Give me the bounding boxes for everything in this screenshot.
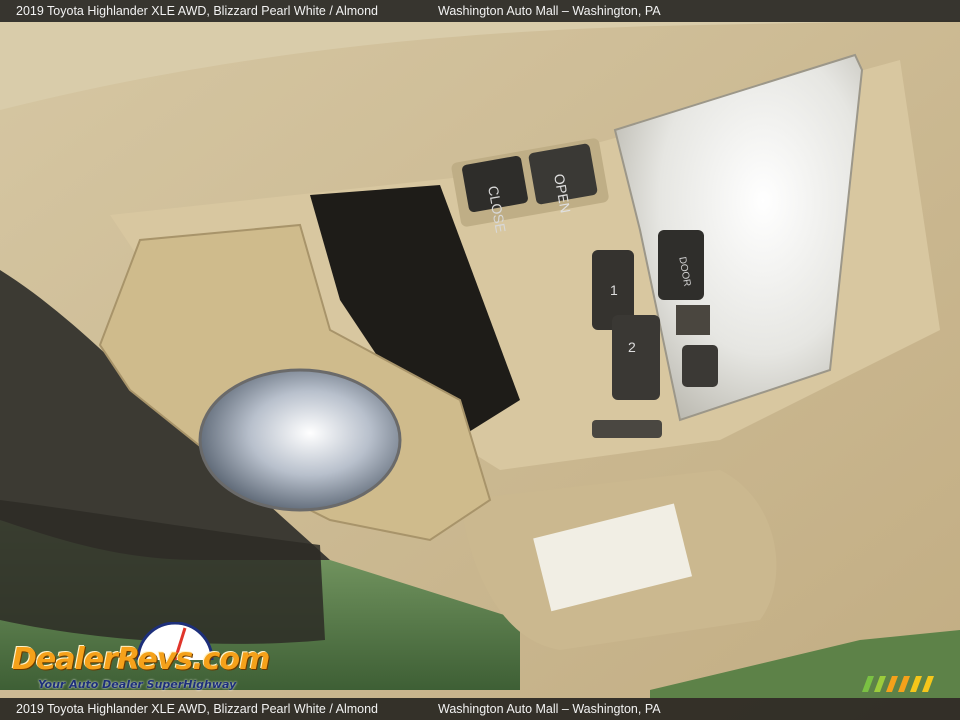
homelink-button-1-label: 1 — [610, 282, 618, 298]
homelink-button-2[interactable] — [612, 315, 660, 400]
lower-switch[interactable] — [592, 420, 662, 438]
dealerrevs-watermark: DealerRevs.com Your Auto Dealer SuperHig… — [10, 622, 270, 698]
microphone-grille — [676, 305, 710, 335]
dealerrevs-logo: DealerRevs.com — [12, 642, 270, 677]
homelink-button-2-label: 2 — [628, 339, 636, 355]
vehicle-title: 2019 Toyota Highlander XLE AWD, Blizzard… — [16, 4, 378, 18]
dealer-name: Washington Auto Mall – Washington, PA — [438, 4, 661, 18]
stripes-logo-icon — [862, 676, 934, 692]
dealerrevs-tagline: Your Auto Dealer SuperHighway — [38, 678, 237, 691]
map-light-button[interactable] — [682, 345, 718, 387]
vehicle-title-footer: 2019 Toyota Highlander XLE AWD, Blizzard… — [16, 702, 378, 716]
bottom-caption-bar: 2019 Toyota Highlander XLE AWD, Blizzard… — [0, 698, 960, 720]
dealer-name-footer: Washington Auto Mall – Washington, PA — [438, 702, 661, 716]
top-caption-bar: 2019 Toyota Highlander XLE AWD, Blizzard… — [0, 0, 960, 22]
mirror-lens — [198, 368, 402, 512]
overhead-console-photo: CLOSE OPEN 1 2 DOOR — [0, 0, 960, 720]
